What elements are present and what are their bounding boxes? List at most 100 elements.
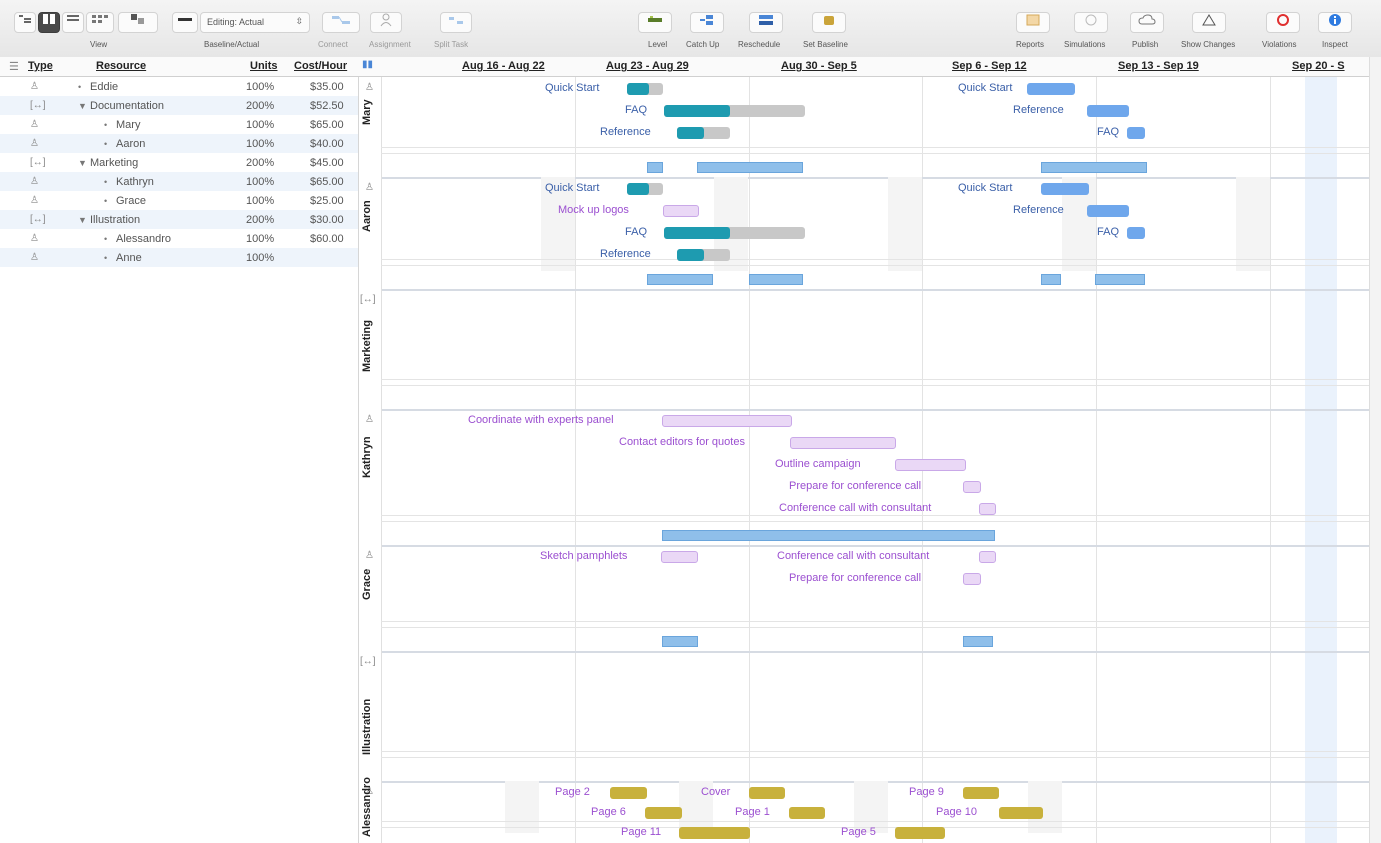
disclosure-triangle-icon[interactable]: ▼: [78, 101, 87, 111]
task-label[interactable]: Prepare for conference call: [789, 572, 921, 584]
task-bar[interactable]: [679, 827, 750, 839]
task-label[interactable]: Page 2: [555, 786, 590, 798]
task-bar[interactable]: [1027, 83, 1075, 95]
task-label[interactable]: Sketch pamphlets: [540, 550, 627, 562]
task-label[interactable]: Reference: [600, 126, 651, 138]
task-bar[interactable]: [664, 105, 805, 117]
table-row[interactable]: ♙ • Grace 100% $25.00: [0, 191, 358, 210]
task-bar[interactable]: [1087, 105, 1129, 117]
level-button[interactable]: [638, 12, 672, 33]
task-bar[interactable]: [677, 249, 730, 261]
task-bar[interactable]: [789, 807, 825, 819]
task-bar[interactable]: [790, 437, 896, 449]
task-label[interactable]: Quick Start: [545, 82, 599, 94]
task-bar[interactable]: [979, 551, 996, 563]
task-bar[interactable]: [749, 787, 785, 799]
disclosure-triangle-icon[interactable]: ▼: [78, 158, 87, 168]
task-bar[interactable]: [1041, 183, 1089, 195]
task-label[interactable]: Conference call with consultant: [777, 550, 929, 562]
task-label[interactable]: Page 10: [936, 806, 977, 818]
task-bar[interactable]: [1127, 127, 1145, 139]
violations-button[interactable]: [1266, 12, 1300, 33]
task-label[interactable]: Page 11: [621, 826, 661, 838]
catch-up-button[interactable]: [690, 12, 724, 33]
task-bar[interactable]: [1087, 205, 1129, 217]
task-label[interactable]: Quick Start: [958, 82, 1012, 94]
task-label[interactable]: Coordinate with experts panel: [468, 414, 614, 426]
task-label[interactable]: Page 5: [841, 826, 876, 838]
resource-column-header[interactable]: Resource: [96, 60, 146, 72]
task-bar[interactable]: [895, 827, 945, 839]
task-bar[interactable]: [663, 205, 699, 217]
task-bar[interactable]: [963, 481, 981, 493]
task-label[interactable]: Page 6: [591, 806, 626, 818]
units-column-header[interactable]: Units: [250, 60, 278, 72]
task-label[interactable]: Page 1: [735, 806, 770, 818]
view-outline-button[interactable]: [14, 12, 36, 33]
task-label[interactable]: Quick Start: [958, 182, 1012, 194]
task-bar[interactable]: [627, 183, 663, 195]
show-changes-button[interactable]: [1192, 12, 1226, 33]
task-label[interactable]: Page 9: [909, 786, 944, 798]
type-column-header[interactable]: Type: [28, 60, 53, 72]
editing-select[interactable]: Editing: Actual ⇳: [200, 12, 310, 33]
task-bar[interactable]: [645, 807, 682, 819]
task-label[interactable]: Mock up logos: [558, 204, 629, 216]
table-row[interactable]: ♙ • Eddie 100% $35.00: [0, 77, 358, 96]
task-bar[interactable]: [677, 127, 730, 139]
task-bar[interactable]: [895, 459, 966, 471]
select-all-icon[interactable]: ☰: [9, 60, 19, 73]
task-label[interactable]: Contact editors for quotes: [619, 436, 745, 448]
table-row[interactable]: ♙ • Mary 100% $65.00: [0, 115, 358, 134]
task-bar[interactable]: [662, 415, 792, 427]
task-bar[interactable]: [627, 83, 663, 95]
connect-button[interactable]: [322, 12, 360, 33]
task-label[interactable]: Cover: [701, 786, 730, 798]
table-row[interactable]: ♙ • Aaron 100% $40.00: [0, 134, 358, 153]
disclosure-triangle-icon[interactable]: ▼: [78, 215, 87, 225]
task-label[interactable]: Reference: [600, 248, 651, 260]
reports-button[interactable]: [1016, 12, 1050, 33]
task-bar[interactable]: [963, 787, 999, 799]
task-bar[interactable]: [999, 807, 1043, 819]
task-bar[interactable]: [979, 503, 996, 515]
view-network-button[interactable]: [62, 12, 84, 33]
task-bar[interactable]: [610, 787, 647, 799]
task-label[interactable]: Quick Start: [545, 182, 599, 194]
reschedule-button[interactable]: [749, 12, 783, 33]
publish-button[interactable]: [1130, 12, 1164, 33]
cost-value: $25.00: [310, 195, 344, 207]
table-row[interactable]: [↔] ▼ Illustration 200% $30.00: [0, 210, 358, 229]
table-row[interactable]: ♙ • Alessandro 100% $60.00: [0, 229, 358, 248]
task-label[interactable]: FAQ: [625, 226, 647, 238]
table-row[interactable]: ♙ • Anne 100%: [0, 248, 358, 267]
cost-column-header[interactable]: Cost/Hour: [294, 60, 347, 72]
task-label[interactable]: Reference: [1013, 204, 1064, 216]
task-label[interactable]: FAQ: [1097, 226, 1119, 238]
vertical-scrollbar[interactable]: [1369, 57, 1381, 843]
task-label[interactable]: Outline campaign: [775, 458, 861, 470]
task-bar[interactable]: [963, 573, 981, 585]
baseline-actual-toggle[interactable]: [172, 12, 198, 33]
task-bar[interactable]: [664, 227, 805, 239]
inspect-button[interactable]: [1318, 12, 1352, 33]
task-bar[interactable]: [1127, 227, 1145, 239]
table-row[interactable]: [↔] ▼ Documentation 200% $52.50: [0, 96, 358, 115]
view-styles-button[interactable]: [118, 12, 158, 33]
task-label[interactable]: FAQ: [625, 104, 647, 116]
table-row[interactable]: [↔] ▼ Marketing 200% $45.00: [0, 153, 358, 172]
task-bar[interactable]: [661, 551, 698, 563]
set-baseline-button[interactable]: [812, 12, 846, 33]
view-resource-button[interactable]: [38, 12, 60, 33]
simulations-button[interactable]: [1074, 12, 1108, 33]
resource-chart-icon[interactable]: ▮▮: [362, 59, 373, 70]
task-label[interactable]: Conference call with consultant: [779, 502, 931, 514]
view-calendar-button[interactable]: [86, 12, 114, 33]
assignment-button[interactable]: [370, 12, 402, 33]
task-label[interactable]: FAQ: [1097, 126, 1119, 138]
table-row[interactable]: ♙ • Kathryn 100% $65.00: [0, 172, 358, 191]
split-task-button[interactable]: [440, 12, 472, 33]
task-label[interactable]: Reference: [1013, 104, 1064, 116]
lane-illustration: [↔] Illustration: [359, 651, 1369, 783]
task-label[interactable]: Prepare for conference call: [789, 480, 921, 492]
